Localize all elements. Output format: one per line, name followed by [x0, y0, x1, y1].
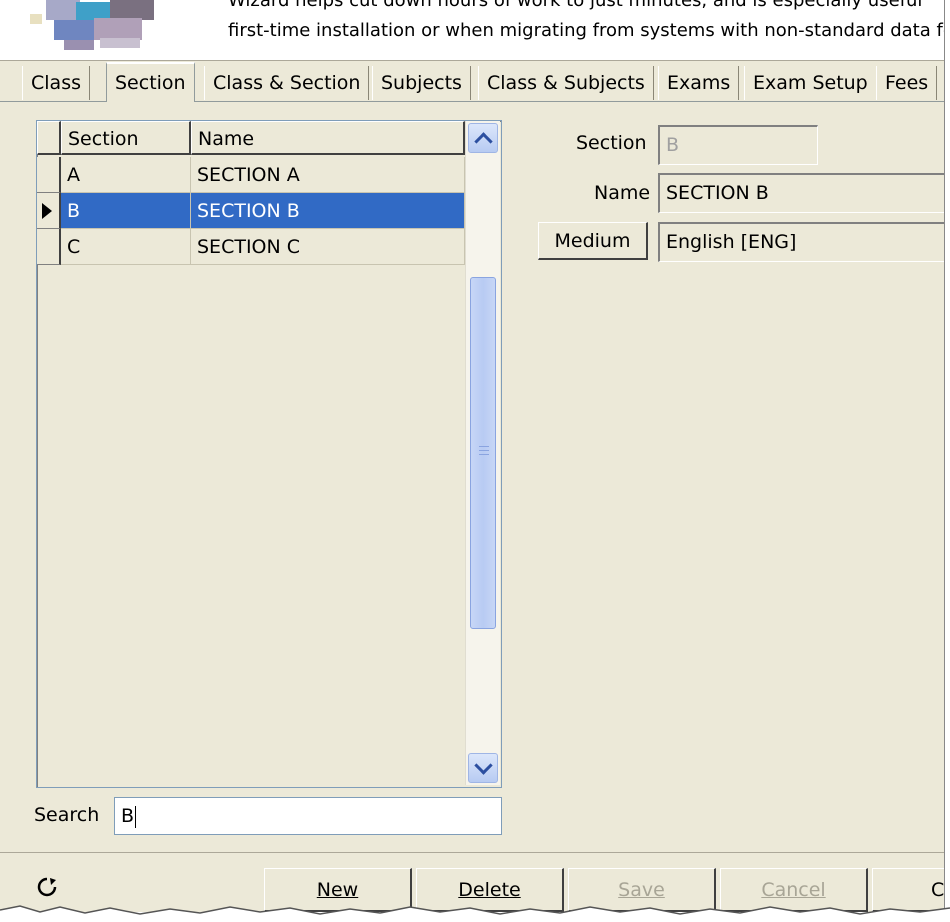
- tab-exams[interactable]: Exams: [658, 66, 740, 100]
- header-indicator-cell: [37, 121, 61, 155]
- tab-class[interactable]: Class: [22, 66, 90, 100]
- header-text-line1: Wizard helps cut down hours of work to j…: [228, 0, 923, 11]
- tab-strip: Class Section Class & Section Subjects C…: [0, 62, 944, 102]
- close-button-label: Clo: [931, 879, 945, 901]
- tab-subjects[interactable]: Subjects: [372, 66, 471, 100]
- column-header-name[interactable]: Name: [191, 121, 465, 155]
- cell-section[interactable]: B: [61, 193, 191, 229]
- grip-line: [479, 454, 489, 455]
- section-field: B: [658, 125, 818, 165]
- scroll-down-button[interactable]: [468, 753, 498, 783]
- cell-name[interactable]: SECTION A: [191, 157, 465, 193]
- table-row[interactable]: A SECTION A: [37, 157, 465, 193]
- grip-line: [479, 446, 489, 447]
- header-banner: Wizard helps cut down hours of work to j…: [0, 0, 944, 61]
- vertical-scrollbar[interactable]: [465, 121, 500, 785]
- table-row[interactable]: C SECTION C: [37, 229, 465, 265]
- header-text-line2: first-time installation or when migratin…: [228, 20, 945, 41]
- row-indicator[interactable]: [37, 193, 61, 229]
- tab-fees[interactable]: Fees: [876, 66, 938, 100]
- wizard-window: Wizard helps cut down hours of work to j…: [0, 0, 945, 912]
- logo-icon: [30, 0, 154, 50]
- text-caret: [135, 805, 137, 828]
- name-label: Name: [594, 182, 651, 204]
- row-indicator[interactable]: [37, 157, 61, 193]
- cancel-button-label: Cancel: [761, 879, 826, 901]
- medium-button[interactable]: Medium: [538, 222, 648, 260]
- tab-section[interactable]: Section: [106, 62, 195, 102]
- tab-exam-setup[interactable]: Exam Setup: [744, 66, 877, 100]
- section-grid[interactable]: Section Name A SECTION A B SECTION B C S…: [36, 120, 502, 788]
- section-label: Section: [576, 132, 647, 154]
- medium-field[interactable]: English [ENG]: [658, 222, 944, 262]
- footer-divider: [0, 852, 944, 853]
- cell-name[interactable]: SECTION B: [191, 193, 465, 229]
- cell-name[interactable]: SECTION C: [191, 229, 465, 265]
- scroll-thumb[interactable]: [470, 277, 496, 629]
- column-header-section[interactable]: Section: [61, 121, 191, 155]
- search-input[interactable]: B: [114, 797, 502, 835]
- tab-class-section[interactable]: Class & Section: [204, 66, 370, 100]
- search-label: Search: [34, 804, 100, 826]
- current-row-pointer-icon: [42, 203, 52, 219]
- new-button-label: New: [316, 879, 359, 901]
- cell-section[interactable]: C: [61, 229, 191, 265]
- search-value: B: [121, 805, 135, 827]
- save-button-label: Save: [618, 879, 665, 901]
- scroll-up-button[interactable]: [468, 123, 498, 153]
- torn-edge: [0, 905, 950, 922]
- delete-button-label: Delete: [458, 879, 521, 901]
- tab-class-subjects[interactable]: Class & Subjects: [478, 66, 654, 100]
- chevron-down-icon: [474, 756, 493, 775]
- refresh-icon[interactable]: [36, 876, 58, 898]
- chevron-up-icon: [474, 132, 493, 151]
- name-field[interactable]: SECTION B: [658, 173, 944, 213]
- table-row-selected[interactable]: B SECTION B: [37, 193, 465, 229]
- grip-line: [479, 450, 489, 451]
- grid-header: Section Name: [37, 121, 465, 155]
- cell-section[interactable]: A: [61, 157, 191, 193]
- row-indicator[interactable]: [37, 229, 61, 265]
